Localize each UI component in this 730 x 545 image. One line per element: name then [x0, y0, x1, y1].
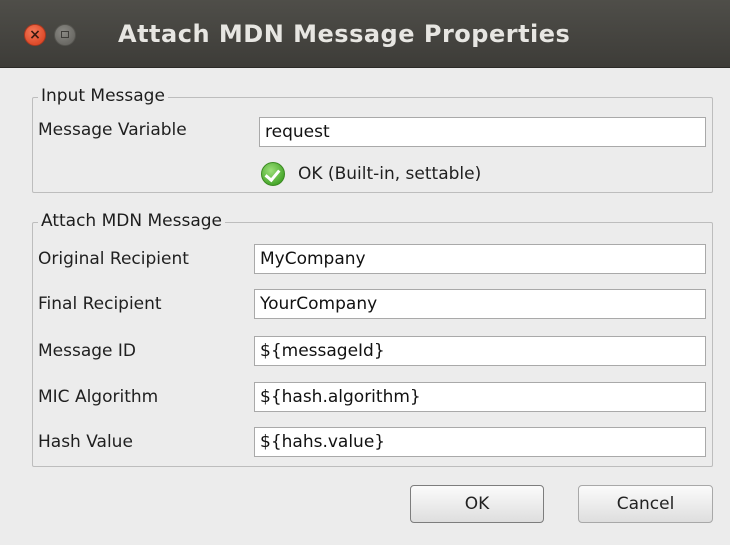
- close-icon[interactable]: ×: [24, 24, 46, 46]
- minimize-icon[interactable]: [54, 24, 76, 46]
- attach-mdn-legend: Attach MDN Message: [38, 211, 225, 231]
- hash-value-label: Hash Value: [38, 432, 133, 452]
- validation-status-text: OK (Built-in, settable): [298, 164, 482, 184]
- input-message-legend: Input Message: [38, 86, 168, 106]
- check-circle-icon: [261, 162, 285, 186]
- original-recipient-input[interactable]: MyCompany: [254, 244, 706, 274]
- final-recipient-input[interactable]: YourCompany: [254, 289, 706, 319]
- message-id-input[interactable]: ${messageId}: [254, 336, 706, 366]
- cancel-button[interactable]: Cancel: [578, 485, 713, 523]
- title-bar[interactable]: × Attach MDN Message Properties: [0, 0, 730, 68]
- mic-algorithm-label: MIC Algorithm: [38, 387, 159, 407]
- dialog-window: × Attach MDN Message Properties Input Me…: [0, 0, 730, 545]
- message-id-label: Message ID: [38, 341, 137, 361]
- original-recipient-label: Original Recipient: [38, 249, 189, 269]
- mic-algorithm-input[interactable]: ${hash.algorithm}: [254, 382, 706, 412]
- window-title: Attach MDN Message Properties: [118, 20, 571, 48]
- message-variable-label: Message Variable: [38, 120, 187, 140]
- final-recipient-label: Final Recipient: [38, 294, 162, 314]
- message-variable-input[interactable]: request: [259, 117, 706, 147]
- hash-value-input[interactable]: ${hahs.value}: [254, 427, 706, 457]
- ok-button[interactable]: OK: [410, 485, 544, 523]
